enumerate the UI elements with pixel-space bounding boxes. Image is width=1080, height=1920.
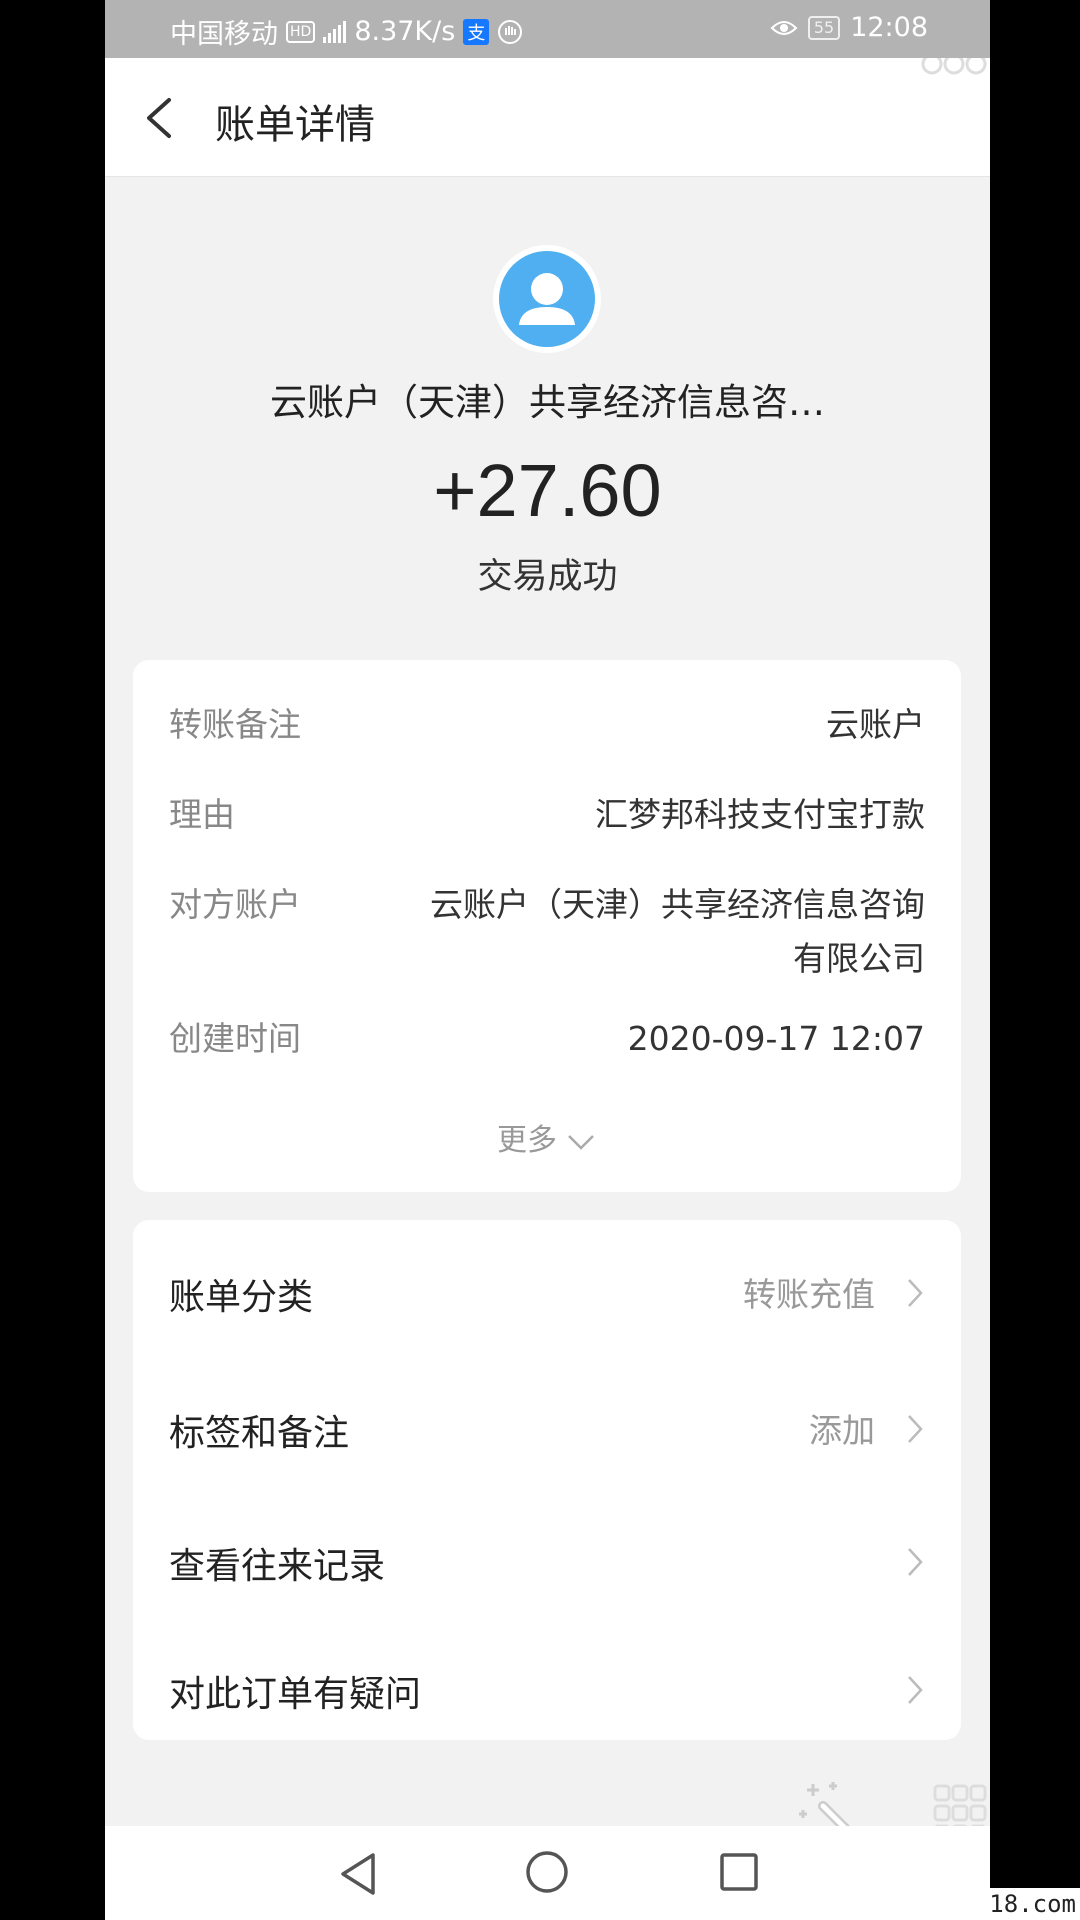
- chevron-right-icon: [908, 1415, 923, 1443]
- row-title: 查看往来记录: [169, 1546, 386, 1587]
- clock: 12:08: [850, 12, 928, 43]
- more-details-button[interactable]: 更多: [133, 1115, 961, 1159]
- row-title: 账单分类: [169, 1277, 314, 1318]
- user-icon: [499, 251, 595, 347]
- hd-badge: HD: [286, 20, 316, 43]
- transaction-status: 交易成功: [477, 557, 618, 597]
- row-title: 对此订单有疑问: [169, 1674, 422, 1715]
- detail-value-line1: 云账户（天津）共享经济信息咨询: [430, 885, 925, 924]
- carrier-label: 中国移动: [170, 19, 278, 50]
- row-value: 转账充值: [743, 1275, 875, 1314]
- actions-card: 账单分类 转账充值 标签和备注 添加 查看往来记录 对此订单有疑问: [133, 1220, 961, 1740]
- page-title: 账单详情: [215, 102, 375, 148]
- network-speed: 8.37K/s: [354, 16, 456, 47]
- back-arrow-icon[interactable]: [135, 90, 185, 145]
- order-question-row[interactable]: 对此订单有疑问: [169, 1659, 925, 1719]
- phone-screen: 中国移动 HD 8.37K/s 支 55 12:08 账单详情 云账户（天津）共…: [105, 0, 990, 1920]
- detail-row-counterparty: 对方账户 云账户（天津）共享经济信息咨询 有限公司: [169, 878, 925, 988]
- more-label: 更多: [497, 1123, 557, 1158]
- row-value: 添加: [809, 1411, 875, 1450]
- system-nav-bar: [105, 1826, 990, 1920]
- payee-name: 云账户（天津）共享经济信息咨…: [270, 381, 825, 424]
- detail-label: 创建时间: [169, 1019, 301, 1058]
- chevron-down-icon: [568, 1134, 594, 1150]
- row-title: 标签和备注: [169, 1413, 350, 1454]
- nav-back-icon[interactable]: [337, 1851, 381, 1897]
- header-bar: 账单详情: [105, 58, 990, 177]
- chevron-right-icon: [908, 1676, 923, 1704]
- hand-icon: [498, 19, 523, 44]
- more-options-icon[interactable]: [920, 58, 990, 86]
- battery-icon: 55: [807, 15, 841, 40]
- transaction-amount: +27.60: [433, 449, 662, 532]
- detail-label: 转账备注: [169, 705, 301, 744]
- detail-label: 对方账户: [169, 885, 301, 924]
- chevron-right-icon: [908, 1548, 923, 1576]
- tags-notes-row[interactable]: 标签和备注 添加: [169, 1398, 925, 1458]
- nav-recent-apps-icon[interactable]: [719, 1852, 759, 1892]
- detail-value: 2020-09-17 12:07: [627, 1019, 925, 1058]
- nav-home-icon[interactable]: [525, 1850, 569, 1894]
- chevron-right-icon: [908, 1279, 923, 1307]
- watermark-text: 18.com: [985, 1888, 1080, 1920]
- detail-value-line2: 有限公司: [793, 939, 925, 978]
- details-card: 转账备注 云账户 理由 汇梦邦科技支付宝打款 对方账户 云账户（天津）共享经济信…: [133, 660, 961, 1192]
- alipay-icon: 支: [463, 18, 490, 45]
- payee-avatar: [493, 245, 601, 353]
- eye-icon: [770, 20, 798, 35]
- transaction-history-row[interactable]: 查看往来记录: [169, 1531, 925, 1591]
- bill-category-row[interactable]: 账单分类 转账充值: [169, 1262, 925, 1322]
- detail-value: 云账户: [826, 705, 925, 744]
- detail-label: 理由: [169, 795, 235, 834]
- detail-value: 汇梦邦科技支付宝打款: [595, 795, 925, 834]
- signal-icon: [323, 20, 347, 43]
- status-bar: 中国移动 HD 8.37K/s 支 55 12:08: [105, 0, 990, 58]
